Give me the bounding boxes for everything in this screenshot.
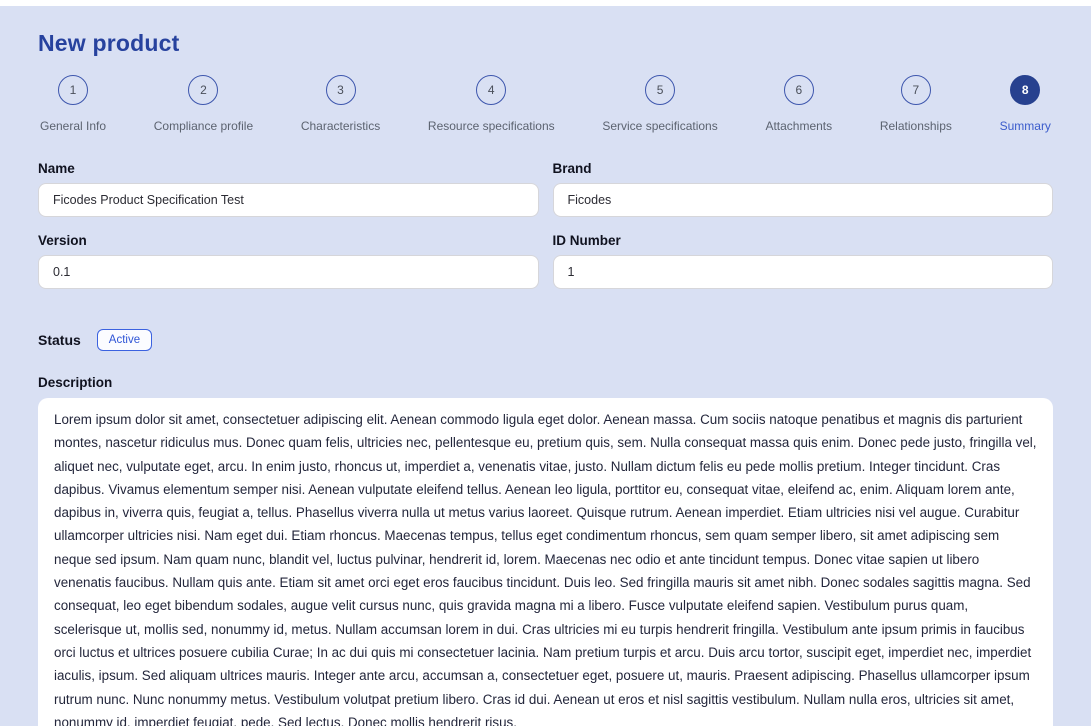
status-active-badge[interactable]: Active bbox=[97, 329, 152, 351]
step-label: Compliance profile bbox=[154, 119, 253, 133]
step-number-circle[interactable]: 7 bbox=[901, 75, 931, 105]
id-number-label: ID Number bbox=[553, 233, 1054, 248]
wizard-stepper: 1 General Info 2 Compliance profile 3 Ch… bbox=[40, 75, 1051, 133]
step-label: Characteristics bbox=[301, 119, 380, 133]
name-label: Name bbox=[38, 161, 539, 176]
step-number-circle[interactable]: 5 bbox=[645, 75, 675, 105]
step-label: Summary bbox=[1000, 119, 1051, 133]
description-section: Description Lorem ipsum dolor sit amet, … bbox=[38, 375, 1053, 726]
name-input[interactable] bbox=[38, 183, 539, 217]
step-number-circle[interactable]: 6 bbox=[784, 75, 814, 105]
status-label: Status bbox=[38, 332, 81, 348]
step-number-circle[interactable]: 8 bbox=[1010, 75, 1040, 105]
step-resource-specifications[interactable]: 4 Resource specifications bbox=[428, 75, 555, 133]
step-general-info[interactable]: 1 General Info bbox=[40, 75, 106, 133]
step-number-circle[interactable]: 1 bbox=[58, 75, 88, 105]
step-number-circle[interactable]: 4 bbox=[476, 75, 506, 105]
id-number-input[interactable] bbox=[553, 255, 1054, 289]
version-input[interactable] bbox=[38, 255, 539, 289]
summary-form: Name Version Brand ID Number bbox=[38, 161, 1053, 305]
step-relationships[interactable]: 7 Relationships bbox=[880, 75, 952, 133]
id-number-field-group: ID Number bbox=[553, 233, 1054, 289]
step-label: Service specifications bbox=[602, 119, 717, 133]
new-product-page: New product 1 General Info 2 Compliance … bbox=[0, 6, 1091, 726]
form-right-column: Brand ID Number bbox=[553, 161, 1054, 305]
step-compliance-profile[interactable]: 2 Compliance profile bbox=[154, 75, 253, 133]
step-number-circle[interactable]: 3 bbox=[326, 75, 356, 105]
step-label: Relationships bbox=[880, 119, 952, 133]
brand-label: Brand bbox=[553, 161, 1054, 176]
form-left-column: Name Version bbox=[38, 161, 539, 305]
name-field-group: Name bbox=[38, 161, 539, 217]
step-characteristics[interactable]: 3 Characteristics bbox=[301, 75, 380, 133]
step-number-circle[interactable]: 2 bbox=[188, 75, 218, 105]
description-label: Description bbox=[38, 375, 1053, 390]
status-row: Status Active bbox=[38, 329, 1053, 351]
step-label: Resource specifications bbox=[428, 119, 555, 133]
version-label: Version bbox=[38, 233, 539, 248]
step-attachments[interactable]: 6 Attachments bbox=[765, 75, 832, 133]
step-summary-active[interactable]: 8 Summary bbox=[1000, 75, 1051, 133]
version-field-group: Version bbox=[38, 233, 539, 289]
step-service-specifications[interactable]: 5 Service specifications bbox=[602, 75, 717, 133]
brand-input[interactable] bbox=[553, 183, 1054, 217]
step-label: General Info bbox=[40, 119, 106, 133]
description-textbox[interactable]: Lorem ipsum dolor sit amet, consectetuer… bbox=[38, 398, 1053, 726]
brand-field-group: Brand bbox=[553, 161, 1054, 217]
step-label: Attachments bbox=[765, 119, 832, 133]
page-title: New product bbox=[38, 30, 1053, 57]
